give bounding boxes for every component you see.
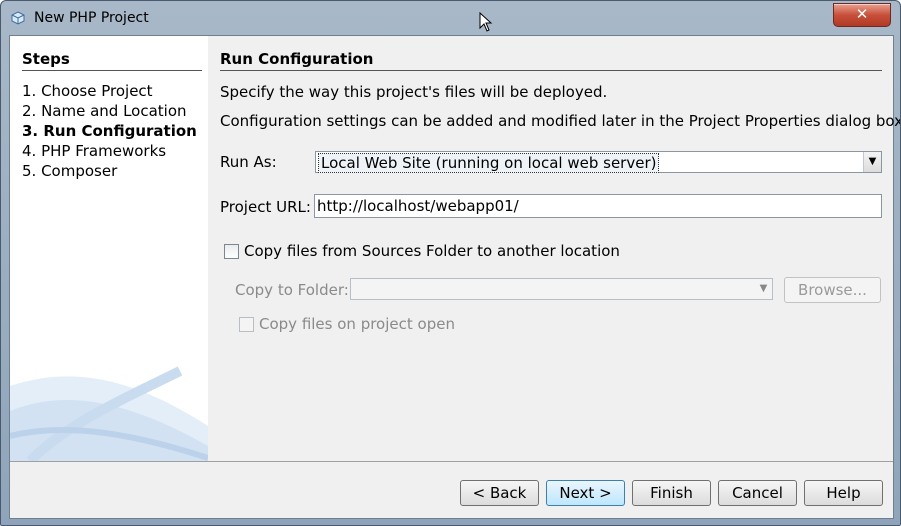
next-button[interactable]: Next > — [546, 480, 625, 506]
copy-on-open-label[interactable]: Copy files on project open — [259, 315, 455, 333]
copy-files-label[interactable]: Copy files from Sources Folder to anothe… — [244, 242, 620, 260]
copy-files-checkbox[interactable] — [224, 244, 239, 259]
decorative-swoosh-graphic — [10, 366, 208, 461]
close-button[interactable]: ✕ — [833, 3, 891, 27]
dialog-body: Steps 1. Choose Project 2. Name and Loca… — [9, 35, 900, 519]
chevron-down-icon[interactable]: ▼ — [755, 279, 772, 299]
title-bar[interactable]: New PHP Project ✕ — [1, 1, 900, 35]
panel-title-divider — [220, 70, 882, 71]
step-composer: 5. Composer — [22, 162, 118, 180]
back-button[interactable]: < Back — [460, 480, 539, 506]
netbeans-cube-icon — [11, 11, 25, 25]
copy-to-folder-label: Copy to Folder: — [235, 281, 349, 299]
project-url-input[interactable]: http://localhost/webapp01/ — [314, 194, 882, 218]
button-bar-divider — [10, 461, 893, 462]
mouse-cursor-icon — [479, 12, 493, 32]
settings-description: Configuration settings can be added and … — [220, 112, 901, 130]
deploy-description: Specify the way this project's files wil… — [220, 83, 608, 101]
cancel-button[interactable]: Cancel — [718, 480, 797, 506]
copy-to-folder-dropdown[interactable]: ▼ — [350, 278, 773, 300]
project-url-label: Project URL: — [220, 198, 311, 216]
window-title: New PHP Project — [34, 10, 149, 26]
step-choose-project: 1. Choose Project — [22, 82, 153, 100]
steps-divider — [22, 70, 202, 71]
steps-title: Steps — [22, 50, 70, 68]
panel-title: Run Configuration — [220, 50, 374, 68]
run-as-dropdown[interactable]: Local Web Site (running on local web ser… — [315, 151, 882, 173]
browse-button[interactable]: Browse... — [784, 277, 881, 303]
finish-button[interactable]: Finish — [632, 480, 711, 506]
run-as-selected-value: Local Web Site (running on local web ser… — [318, 153, 660, 173]
chevron-down-icon[interactable]: ▼ — [863, 152, 881, 172]
run-as-label: Run As: — [220, 153, 277, 171]
close-icon: ✕ — [855, 5, 869, 23]
step-run-configuration: 3. Run Configuration — [22, 122, 197, 140]
step-php-frameworks: 4. PHP Frameworks — [22, 142, 167, 160]
run-configuration-panel: Run Configuration Specify the way this p… — [208, 36, 900, 461]
step-name-and-location: 2. Name and Location — [22, 102, 187, 120]
steps-panel: Steps 1. Choose Project 2. Name and Loca… — [10, 36, 208, 461]
steps-list: 1. Choose Project 2. Name and Location 3… — [22, 81, 197, 181]
help-button[interactable]: Help — [804, 480, 883, 506]
copy-on-open-checkbox[interactable] — [239, 317, 254, 332]
new-php-project-dialog: New PHP Project ✕ Steps 1. Choose Projec… — [0, 0, 901, 526]
